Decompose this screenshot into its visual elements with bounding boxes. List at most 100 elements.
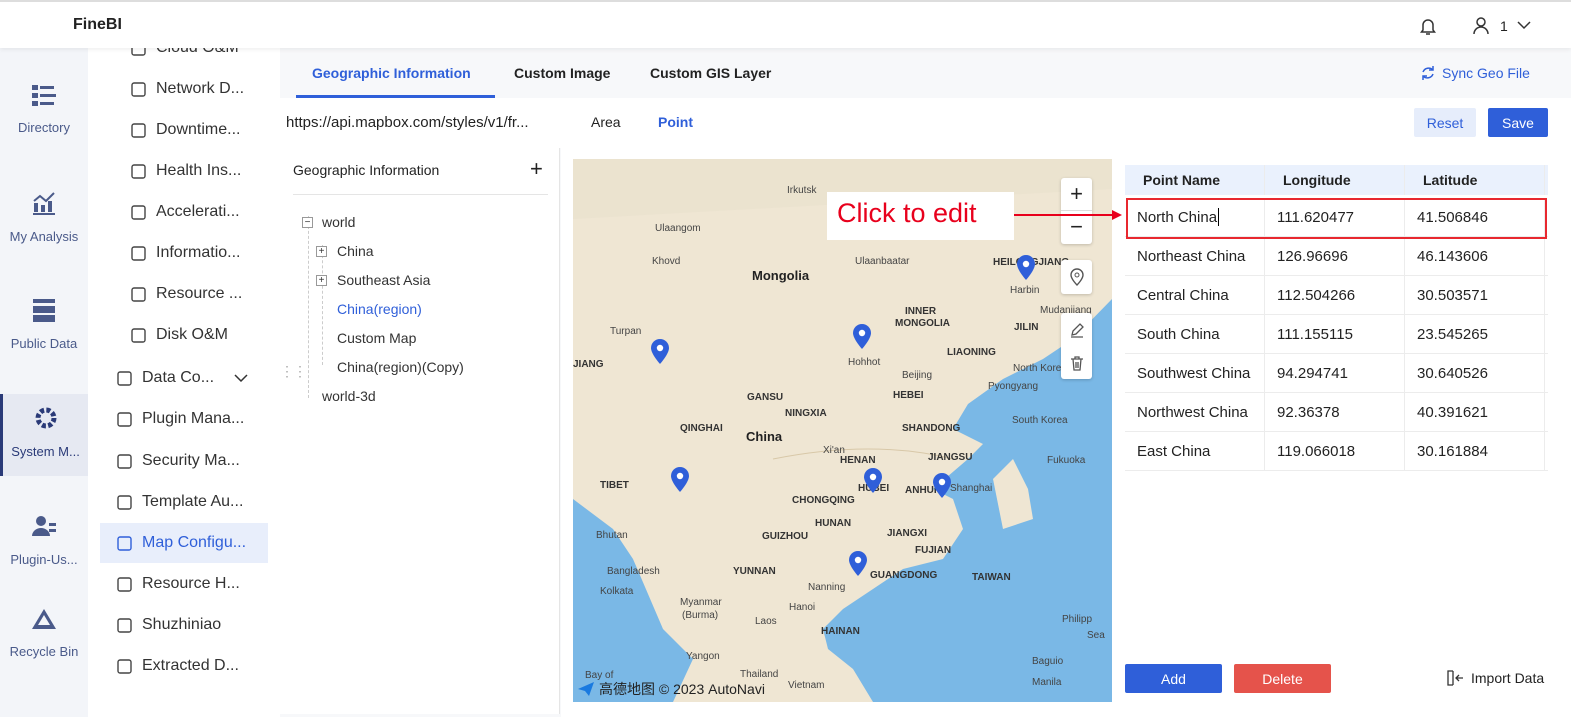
tree-node-world[interactable]: world bbox=[322, 214, 355, 230]
tree-node-southeast-asia[interactable]: Southeast Asia bbox=[337, 272, 430, 288]
table-cell[interactable]: 30.503571 bbox=[1405, 276, 1545, 314]
nav-recycle-bin[interactable]: Recycle Bin bbox=[0, 608, 88, 698]
table-cell[interactable]: 111.620477 bbox=[1265, 198, 1405, 236]
save-button[interactable]: Save bbox=[1488, 108, 1548, 137]
table-cell[interactable]: 30.161884 bbox=[1405, 432, 1545, 470]
table-cell[interactable]: 92.36378 bbox=[1265, 393, 1405, 431]
table-cell[interactable]: 94.294741 bbox=[1265, 354, 1405, 392]
tree-node-china-region[interactable]: China(region) bbox=[337, 301, 422, 317]
bell-icon[interactable] bbox=[1419, 16, 1437, 36]
table-cell[interactable]: 40.391621 bbox=[1405, 393, 1545, 431]
tab-geographic-information[interactable]: Geographic Information bbox=[312, 65, 471, 81]
menu-item-extracted-d[interactable]: Extracted D... bbox=[100, 646, 268, 686]
map-label: GUIZHOU bbox=[762, 531, 809, 542]
reset-button[interactable]: Reset bbox=[1414, 108, 1476, 137]
map-point-marker[interactable] bbox=[852, 324, 872, 350]
menu-item-plugin-mana[interactable]: Plugin Mana... bbox=[100, 399, 268, 439]
map-label: Shanghai bbox=[950, 483, 993, 494]
tree-node-world-3d[interactable]: world-3d bbox=[322, 388, 376, 404]
map-point-marker[interactable] bbox=[670, 467, 690, 493]
menu-item-map-configu[interactable]: Map Configu... bbox=[100, 523, 268, 563]
menu-item-resource-h[interactable]: Resource H... bbox=[100, 564, 268, 604]
map-point-marker[interactable] bbox=[650, 339, 670, 365]
map-label: FUJIAN bbox=[915, 545, 952, 556]
nav-my-analysis[interactable]: My Analysis bbox=[0, 191, 88, 281]
expand-icon[interactable]: + bbox=[316, 246, 327, 257]
directory-icon bbox=[32, 85, 56, 106]
menu-item-template-au[interactable]: Template Au... bbox=[100, 482, 268, 522]
map-label: Manila bbox=[1032, 677, 1062, 688]
geo-tree-panel: Geographic Information + − world + China… bbox=[280, 148, 560, 714]
menu-item-cloud-o-m[interactable]: Cloud O&M bbox=[100, 48, 268, 68]
menu-item-health-ins[interactable]: Health Ins... bbox=[100, 151, 268, 191]
table-cell[interactable]: North China bbox=[1125, 198, 1265, 236]
tab-custom-gis-layer[interactable]: Custom GIS Layer bbox=[650, 65, 771, 81]
table-cell[interactable]: Northwest China bbox=[1125, 393, 1265, 431]
table-cell[interactable]: 111.155115 bbox=[1265, 315, 1405, 353]
tree-node-china-region-copy[interactable]: China(region)(Copy) bbox=[337, 359, 464, 375]
table-cell[interactable]: 46.143606 bbox=[1405, 237, 1545, 275]
menu-item-shuzhiniao[interactable]: Shuzhiniao bbox=[100, 605, 268, 645]
import-data-button[interactable]: Import Data bbox=[1447, 670, 1544, 686]
table-row[interactable]: Southwest China 94.294741 30.640526 bbox=[1125, 354, 1548, 393]
nav-system-management[interactable]: System M... bbox=[0, 394, 88, 476]
table-cell[interactable]: Southwest China bbox=[1125, 354, 1265, 392]
table-cell[interactable]: Northeast China bbox=[1125, 237, 1265, 275]
table-cell[interactable]: 23.545265 bbox=[1405, 315, 1545, 353]
nav-public-data[interactable]: Public Data bbox=[0, 298, 88, 388]
table-cell[interactable]: 41.506846 bbox=[1405, 198, 1545, 236]
trash-icon[interactable] bbox=[1069, 355, 1085, 371]
nav-directory[interactable]: Directory bbox=[0, 84, 88, 174]
menu-item-network-d[interactable]: Network D... bbox=[100, 69, 268, 109]
menu-item-downtime[interactable]: Downtime... bbox=[100, 110, 268, 150]
table-row[interactable]: East China 119.066018 30.161884 bbox=[1125, 432, 1548, 471]
locate-button[interactable] bbox=[1061, 260, 1092, 294]
map-label: Baguio bbox=[1032, 656, 1064, 667]
menu-item-disk-o-m[interactable]: Disk O&M bbox=[100, 315, 268, 355]
zoom-in-button[interactable]: + bbox=[1070, 178, 1083, 210]
tree-node-custom-map[interactable]: Custom Map bbox=[337, 330, 416, 346]
amap-logo-icon bbox=[578, 682, 594, 696]
map-point-marker[interactable] bbox=[863, 468, 883, 494]
map-point-marker[interactable] bbox=[932, 473, 952, 499]
resize-handle[interactable]: ⋮⋮ bbox=[280, 363, 307, 380]
map-label: China bbox=[746, 429, 783, 444]
tab-custom-image[interactable]: Custom Image bbox=[514, 65, 610, 81]
collapse-icon[interactable]: − bbox=[302, 217, 313, 228]
menu-item-accelerati[interactable]: Accelerati... bbox=[100, 192, 268, 232]
menu-item-informatio[interactable]: Informatio... bbox=[100, 233, 268, 273]
delete-button[interactable]: Delete bbox=[1234, 664, 1331, 693]
tree-node-china[interactable]: China bbox=[337, 243, 374, 259]
table-row[interactable]: Northwest China 92.36378 40.391621 bbox=[1125, 393, 1548, 432]
map-point-marker[interactable] bbox=[1016, 255, 1036, 281]
subtab-area[interactable]: Area bbox=[591, 114, 621, 130]
table-cell[interactable]: 112.504266 bbox=[1265, 276, 1405, 314]
table-row[interactable]: South China 111.155115 23.545265 bbox=[1125, 315, 1548, 354]
menu-item-security-ma[interactable]: Security Ma... bbox=[100, 441, 268, 481]
user-name[interactable]: 1 bbox=[1500, 18, 1508, 34]
menu-item-resource[interactable]: Resource ... bbox=[100, 274, 268, 314]
map-point-marker[interactable] bbox=[848, 551, 868, 577]
sync-geo-file-button[interactable]: Sync Geo File bbox=[1420, 65, 1530, 81]
map-style-url[interactable]: https://api.mapbox.com/styles/v1/fr... bbox=[286, 114, 529, 131]
add-button[interactable]: Add bbox=[1125, 664, 1222, 693]
table-row[interactable]: Central China 112.504266 30.503571 bbox=[1125, 276, 1548, 315]
add-plus-icon[interactable]: + bbox=[530, 156, 543, 182]
map-view[interactable]: Irkutsk Ulaangom Ulaanbaatar Khovd Mongolia H… bbox=[573, 159, 1112, 702]
chevron-down-icon[interactable] bbox=[234, 373, 248, 383]
menu-item-data-co[interactable]: Data Co... bbox=[100, 358, 268, 398]
edit-icon[interactable] bbox=[1069, 322, 1085, 338]
expand-icon[interactable]: + bbox=[316, 275, 327, 286]
subtab-point[interactable]: Point bbox=[658, 114, 693, 130]
chevron-down-icon[interactable] bbox=[1516, 20, 1532, 30]
user-icon[interactable] bbox=[1472, 16, 1490, 36]
table-cell[interactable]: East China bbox=[1125, 432, 1265, 470]
table-cell[interactable]: South China bbox=[1125, 315, 1265, 353]
nav-plugin-usage[interactable]: Plugin-Us... bbox=[0, 514, 88, 604]
table-cell[interactable]: 119.066018 bbox=[1265, 432, 1405, 470]
table-row[interactable]: North China 111.620477 41.506846 bbox=[1125, 198, 1548, 237]
table-cell[interactable]: Central China bbox=[1125, 276, 1265, 314]
table-row[interactable]: Northeast China 126.96696 46.143606 bbox=[1125, 237, 1548, 276]
table-cell[interactable]: 126.96696 bbox=[1265, 237, 1405, 275]
table-cell[interactable]: 30.640526 bbox=[1405, 354, 1545, 392]
